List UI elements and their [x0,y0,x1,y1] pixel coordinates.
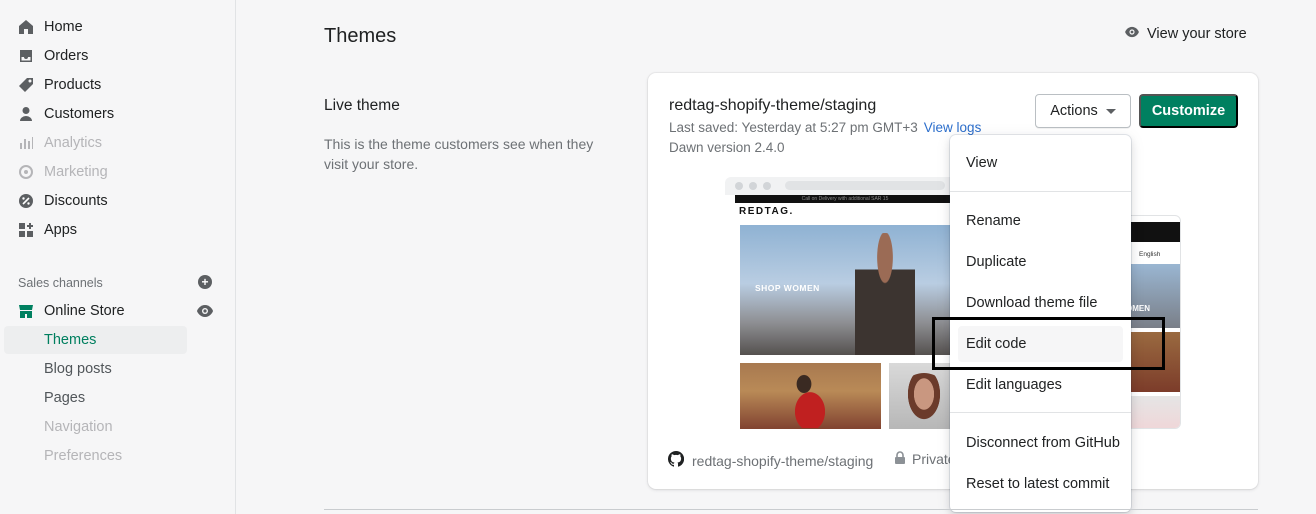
tile-model [899,373,949,429]
menu-item-duplicate[interactable]: Duplicate [950,244,1131,280]
customize-button[interactable]: Customize [1139,94,1238,128]
sales-channels-heading: Sales channels [18,276,103,290]
sidebar-item-label: Apps [44,222,78,238]
sidebar: Home Orders Products Customers Analytics… [0,0,236,514]
hero-banner: SHOP WOMEN [740,225,955,355]
caret-down-icon [1105,108,1116,114]
github-repo: redtag-shopify-theme/staging [667,450,874,470]
apps-icon [18,222,34,238]
sidebar-item-orders[interactable]: Orders [4,42,187,70]
sidebar-item-label: Orders [44,48,89,64]
hero-model [855,233,915,355]
sidebar-item-label: Products [44,77,102,93]
store-icon [18,303,34,319]
sidebar-item-blog-posts[interactable]: Blog posts [4,355,187,383]
sidebar-item-preferences[interactable]: Preferences [4,442,187,470]
window-dot [735,182,743,190]
analytics-icon [18,135,34,151]
menu-item-download-theme-file[interactable]: Download theme file [950,285,1131,321]
live-theme-description: This is the theme customers see when the… [324,136,594,172]
tag-icon [18,77,34,93]
sidebar-item-label: Analytics [44,135,103,151]
person-icon [18,106,34,122]
sidebar-item-marketing[interactable]: Marketing [4,158,187,186]
browser-frame [725,177,955,195]
actions-button[interactable]: Actions [1035,94,1131,128]
sidebar-item-discounts[interactable]: Discounts [4,187,187,215]
highlight-annotation-box [932,317,1165,370]
sidebar-item-customers[interactable]: Customers [4,100,187,128]
lock-icon [894,451,906,467]
announcement-bar: Call on Delivery with additional SAR 15 [735,195,955,203]
section-divider [324,509,1258,510]
eye-icon[interactable] [196,304,214,321]
url-bar [785,181,945,190]
marketing-icon [18,164,34,180]
sidebar-item-label: Blog posts [44,361,112,377]
github-icon [667,450,685,470]
sidebar-item-label: Customers [44,106,115,122]
theme-name: redtag-shopify-theme/staging [669,97,877,114]
mobile-tile [1124,396,1180,428]
sidebar-item-label: Preferences [44,448,123,464]
dawn-version-text: Dawn version 2.4.0 [669,140,785,155]
sidebar-item-pages[interactable]: Pages [4,384,187,412]
repo-name: redtag-shopify-theme/staging [692,452,874,469]
hero-text: SHOP WOMEN [755,283,820,293]
private-badge: Private [894,451,956,467]
sidebar-item-analytics[interactable]: Analytics [4,129,187,157]
last-saved-label: Last saved: Yesterday at 5:27 pm GMT+3 [669,120,918,135]
menu-item-disconnect-github[interactable]: Disconnect from GitHub [950,425,1131,461]
sidebar-item-label: Themes [44,332,97,348]
view-store-label: View your store [1147,26,1247,42]
discount-icon [18,193,34,209]
menu-divider [950,412,1131,413]
tile-model [780,373,840,428]
live-theme-heading: Live theme [324,97,400,114]
sidebar-item-label: Online Store [44,303,125,319]
window-dot [749,182,757,190]
sidebar-item-label: Home [44,19,83,35]
sidebar-item-label: Navigation [44,419,113,435]
collection-tile [740,363,881,429]
collection-tile [889,363,955,429]
window-dot [763,182,771,190]
sidebar-item-online-store[interactable]: Online Store [4,297,187,325]
actions-label: Actions [1050,103,1098,119]
sidebar-item-home[interactable]: Home [4,13,187,41]
menu-item-view[interactable]: View [950,145,1131,181]
sidebar-item-label: Discounts [44,193,108,209]
store-logo: REDTAG. [739,206,794,217]
sidebar-item-label: Marketing [44,164,108,180]
view-logs-link[interactable]: View logs [924,120,982,135]
menu-item-rename[interactable]: Rename [950,203,1131,239]
mobile-language: English [1139,251,1161,258]
eye-icon [1124,26,1140,42]
sidebar-item-products[interactable]: Products [4,71,187,99]
home-icon [18,19,34,35]
orders-icon [18,48,34,64]
add-sales-channel-icon[interactable]: + [198,275,212,289]
view-store-link[interactable]: View your store [1124,26,1247,42]
page-title: Themes [324,25,397,47]
mobile-header [1124,222,1180,242]
sidebar-item-label: Pages [44,390,86,406]
menu-divider [950,191,1131,192]
menu-item-edit-languages[interactable]: Edit languages [950,367,1131,403]
sidebar-item-apps[interactable]: Apps [4,216,187,244]
sidebar-item-navigation[interactable]: Navigation [4,413,187,441]
last-saved-text: Last saved: Yesterday at 5:27 pm GMT+3 Vi… [669,120,981,135]
sidebar-item-themes[interactable]: Themes [4,326,187,354]
menu-item-reset-latest-commit[interactable]: Reset to latest commit [950,466,1131,502]
